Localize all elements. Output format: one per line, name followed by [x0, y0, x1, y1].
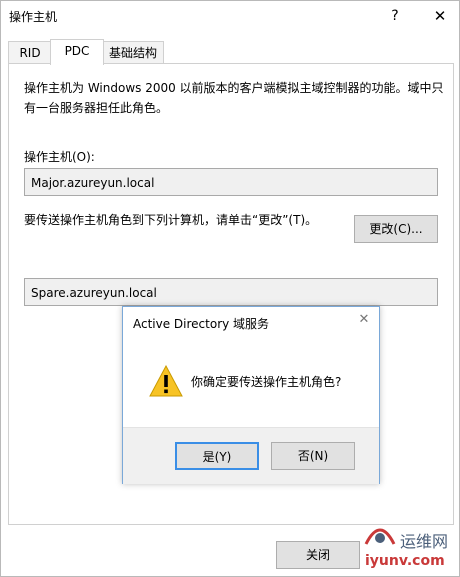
dialog-button-bar: 是(Y) 否(N) — [123, 427, 379, 484]
target-computer-field: Spare.azureyun.local — [24, 278, 438, 306]
help-icon[interactable]: ? — [381, 3, 409, 29]
warning-icon — [149, 365, 183, 397]
watermark-url: iyunv.com — [365, 553, 445, 569]
close-button[interactable]: 关闭 — [276, 541, 360, 569]
pdc-description: 操作主机为 Windows 2000 以前版本的客户端模拟主域控制器的功能。域中… — [24, 81, 444, 115]
dialog-title: Active Directory 域服务 — [133, 317, 270, 331]
dialog-message: 你确定要传送操作主机角色? — [191, 375, 342, 389]
no-button[interactable]: 否(N) — [271, 442, 355, 470]
operations-master-field: Major.azureyun.local — [24, 168, 438, 196]
close-icon[interactable]: ✕ — [423, 3, 457, 29]
logo-icon — [364, 528, 396, 545]
confirm-transfer-dialog: Active Directory 域服务 ✕ 你确定要传送操作主机角色? 是(Y… — [122, 306, 380, 484]
watermark: 运维网 iyunv.com — [360, 508, 460, 577]
change-button[interactable]: 更改(C)... — [354, 215, 438, 243]
tab-infrastructure[interactable]: 基础结构 — [102, 41, 164, 64]
watermark-text: 运维网 — [400, 532, 449, 551]
tab-pdc[interactable]: PDC — [50, 39, 104, 65]
title-bar: 操作主机 ? ✕ — [1, 1, 459, 31]
transfer-instruction-label: 要传送操作主机角色到下列计算机，请单击“更改”(T)。 — [24, 213, 318, 227]
dialog-close-icon[interactable]: ✕ — [355, 311, 373, 329]
yes-button[interactable]: 是(Y) — [175, 442, 259, 470]
operations-master-label: 操作主机(O): — [24, 150, 95, 164]
window-title: 操作主机 — [9, 10, 58, 24]
operations-master-window: 操作主机 ? ✕ RID PDC 基础结构 操作主机为 Windows 2000… — [0, 0, 460, 577]
tab-rid[interactable]: RID — [8, 41, 52, 64]
